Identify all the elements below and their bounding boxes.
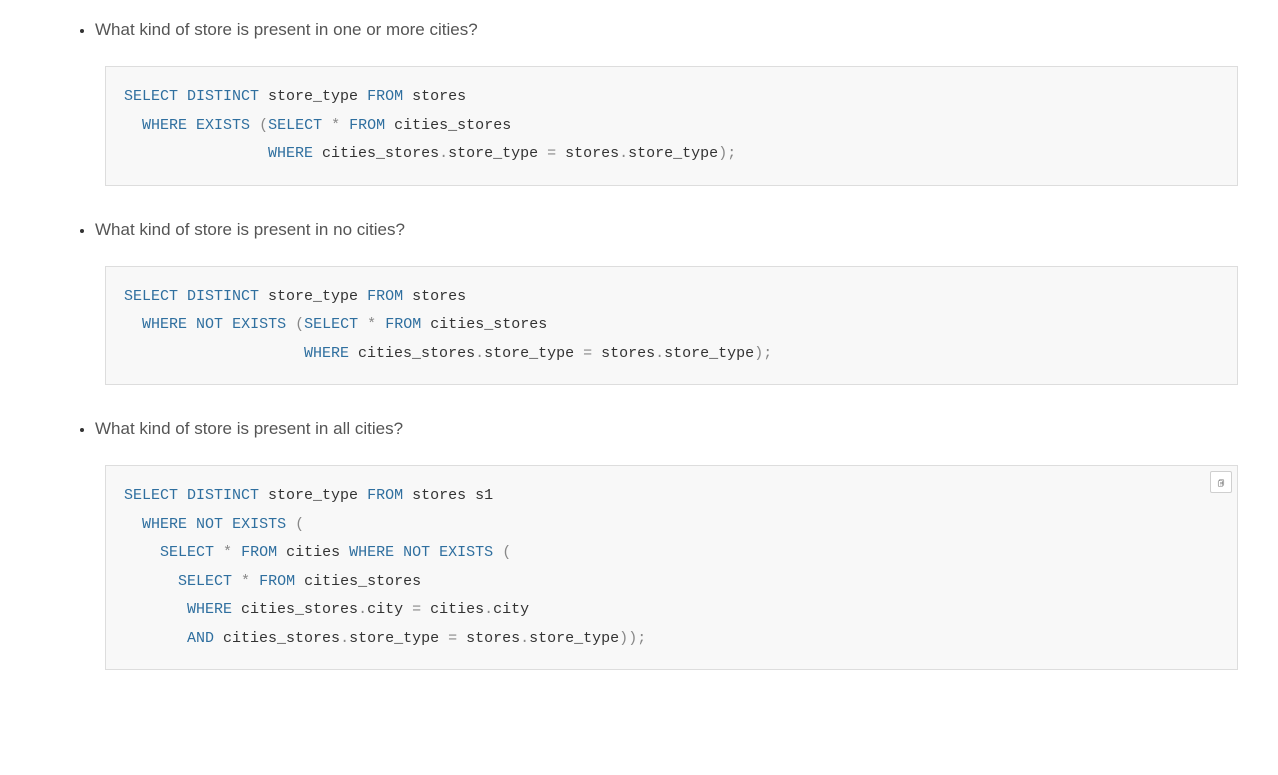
code-block: SELECT DISTINCT store_type FROM stores W… bbox=[105, 66, 1238, 186]
clipboard-icon bbox=[1217, 476, 1225, 489]
code-block: SELECT DISTINCT store_type FROM stores s… bbox=[105, 465, 1238, 670]
copy-button[interactable] bbox=[1210, 471, 1232, 493]
list-item: What kind of store is present in one or … bbox=[95, 20, 1238, 186]
sql-code[interactable]: SELECT DISTINCT store_type FROM stores W… bbox=[105, 66, 1238, 186]
list-item: What kind of store is present in no citi… bbox=[95, 220, 1238, 386]
sql-code[interactable]: SELECT DISTINCT store_type FROM stores W… bbox=[105, 266, 1238, 386]
question-text: What kind of store is present in all cit… bbox=[95, 419, 1238, 439]
code-block: SELECT DISTINCT store_type FROM stores W… bbox=[105, 266, 1238, 386]
question-text: What kind of store is present in no citi… bbox=[95, 220, 1238, 240]
list-item: What kind of store is present in all cit… bbox=[95, 419, 1238, 670]
question-list: What kind of store is present in one or … bbox=[40, 20, 1238, 670]
sql-code[interactable]: SELECT DISTINCT store_type FROM stores s… bbox=[105, 465, 1238, 670]
question-text: What kind of store is present in one or … bbox=[95, 20, 1238, 40]
